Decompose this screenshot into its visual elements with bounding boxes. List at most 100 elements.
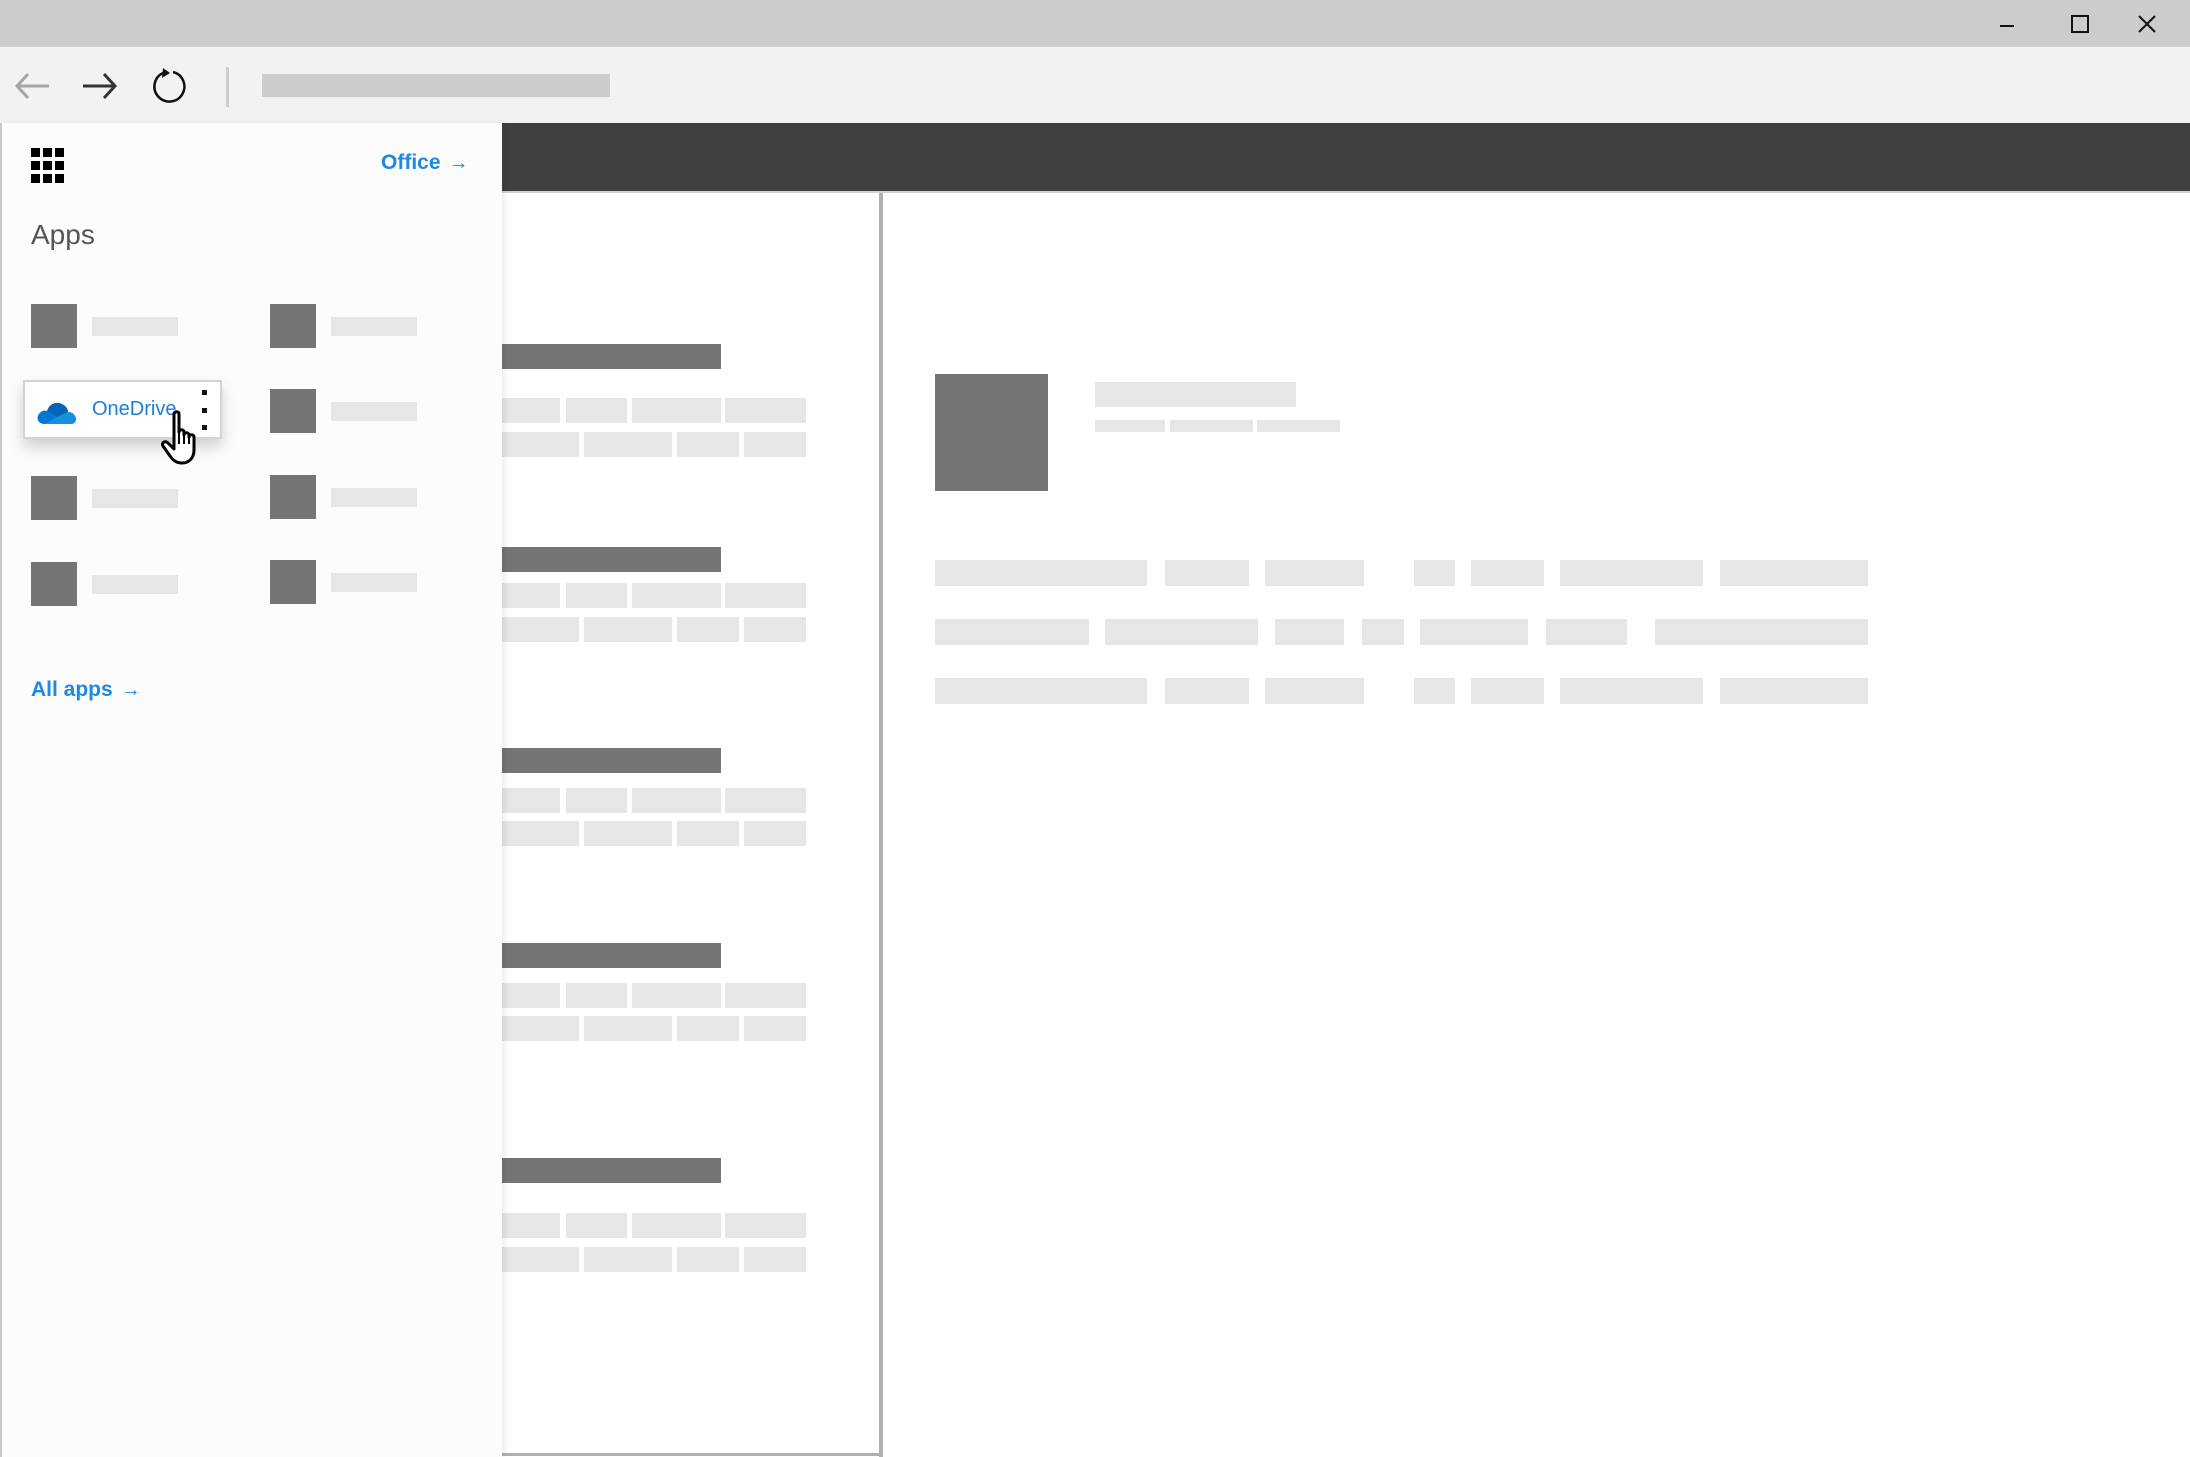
detail-text-placeholder xyxy=(1362,619,1404,645)
list-item-text-placeholder xyxy=(677,432,739,457)
maximize-button[interactable] xyxy=(2050,0,2110,47)
list-item-text-placeholder xyxy=(502,1213,560,1238)
list-item-text-placeholder xyxy=(584,1016,672,1041)
list-item-text-placeholder xyxy=(744,1016,806,1041)
close-button[interactable] xyxy=(2117,0,2177,47)
list-item-text-placeholder xyxy=(632,398,721,423)
list-item-text-placeholder xyxy=(744,432,806,457)
detail-text-placeholder xyxy=(1414,678,1455,704)
more-vertical-icon[interactable] xyxy=(197,390,211,430)
back-button[interactable] xyxy=(13,66,53,106)
minimize-button[interactable] xyxy=(1977,0,2037,47)
list-item-text-placeholder xyxy=(725,398,806,423)
refresh-button[interactable] xyxy=(149,66,189,106)
app-tile[interactable] xyxy=(270,475,470,521)
detail-subtitle-placeholder xyxy=(1257,420,1340,432)
list-item-text-placeholder xyxy=(677,1016,739,1041)
refresh-icon xyxy=(153,68,186,103)
list-item[interactable] xyxy=(502,748,879,878)
list-item-text-placeholder xyxy=(632,583,721,608)
list-item-text-placeholder xyxy=(566,983,627,1008)
list-item[interactable] xyxy=(502,1158,879,1288)
list-item-text-placeholder xyxy=(566,1213,627,1238)
detail-text-placeholder xyxy=(1720,678,1868,704)
detail-thumbnail-placeholder xyxy=(935,374,1048,491)
detail-text-placeholder xyxy=(1471,560,1544,586)
app-icon-placeholder xyxy=(31,476,77,520)
detail-subtitle-placeholder xyxy=(1170,420,1253,432)
detail-text-placeholder xyxy=(1105,619,1258,645)
list-item-text-placeholder xyxy=(744,617,806,642)
list-item[interactable] xyxy=(502,547,879,677)
detail-text-placeholder xyxy=(1546,619,1627,645)
list-item[interactable] xyxy=(502,344,879,474)
app-label-placeholder xyxy=(92,317,178,336)
list-item-text-placeholder xyxy=(584,1247,672,1272)
list-item-text-placeholder xyxy=(725,788,806,813)
detail-text-placeholder xyxy=(1265,560,1364,586)
app-tile-onedrive[interactable]: OneDrive xyxy=(23,380,222,439)
app-launcher-icon[interactable] xyxy=(31,148,67,184)
list-item-title-placeholder xyxy=(502,748,721,773)
detail-text-placeholder xyxy=(935,560,1147,586)
list-item-text-placeholder xyxy=(502,1247,579,1272)
detail-text-placeholder xyxy=(1560,678,1703,704)
app-icon-placeholder xyxy=(270,560,316,604)
window-title-bar xyxy=(0,0,2190,47)
detail-text-placeholder xyxy=(1414,560,1455,586)
list-item-text-placeholder xyxy=(502,583,560,608)
list-item-text-placeholder xyxy=(584,432,672,457)
all-apps-link[interactable]: All apps → xyxy=(31,678,141,702)
list-item-text-placeholder xyxy=(566,398,627,423)
app-label-placeholder xyxy=(331,402,417,421)
onedrive-cloud-icon xyxy=(37,402,76,424)
close-icon xyxy=(2138,14,2156,33)
app-icon-placeholder xyxy=(270,475,316,519)
arrow-right-icon xyxy=(83,72,118,100)
detail-text-placeholder xyxy=(1655,619,1868,645)
list-item-text-placeholder xyxy=(632,983,721,1008)
office-link[interactable]: Office → xyxy=(381,151,469,175)
list-item-text-placeholder xyxy=(744,1247,806,1272)
list-item-text-placeholder xyxy=(502,983,560,1008)
list-pane xyxy=(502,193,879,1456)
list-item-text-placeholder xyxy=(677,821,739,846)
minimize-icon xyxy=(2000,24,2014,27)
list-item[interactable] xyxy=(502,943,879,1073)
address-bar[interactable] xyxy=(262,74,610,97)
app-tile[interactable] xyxy=(270,560,470,606)
apps-section-title: Apps xyxy=(31,219,95,250)
detail-text-placeholder xyxy=(1471,678,1544,704)
list-item-text-placeholder xyxy=(584,617,672,642)
app-tile[interactable] xyxy=(31,304,231,350)
app-icon-placeholder xyxy=(270,389,316,433)
forward-button[interactable] xyxy=(79,66,119,106)
detail-text-placeholder xyxy=(1275,619,1344,645)
app-label-placeholder xyxy=(331,573,417,592)
app-tile[interactable] xyxy=(31,562,231,608)
toolbar-separator xyxy=(226,67,229,107)
arrow-left-icon xyxy=(14,72,49,100)
arrow-right-icon: → xyxy=(120,679,141,701)
app-label-placeholder xyxy=(92,489,178,508)
app-icon-placeholder xyxy=(270,304,316,348)
list-item-text-placeholder xyxy=(632,788,721,813)
list-item-text-placeholder xyxy=(502,432,579,457)
app-icon-placeholder xyxy=(31,304,77,348)
detail-text-placeholder xyxy=(1720,560,1868,586)
list-item-text-placeholder xyxy=(725,983,806,1008)
app-launcher-panel: Office → Apps OneDrive All apps → xyxy=(0,123,502,1457)
list-item-text-placeholder xyxy=(502,617,579,642)
app-tile[interactable] xyxy=(31,476,231,522)
list-item-text-placeholder xyxy=(584,821,672,846)
app-tile[interactable] xyxy=(270,389,470,435)
detail-text-placeholder xyxy=(1265,678,1364,704)
all-apps-label: All apps xyxy=(31,678,113,701)
app-icon-placeholder xyxy=(31,562,77,606)
list-item-text-placeholder xyxy=(725,583,806,608)
detail-text-placeholder xyxy=(935,678,1147,704)
app-tile[interactable] xyxy=(270,304,470,350)
detail-text-placeholder xyxy=(1165,560,1249,586)
list-item-text-placeholder xyxy=(502,788,560,813)
detail-pane xyxy=(883,193,2190,1457)
